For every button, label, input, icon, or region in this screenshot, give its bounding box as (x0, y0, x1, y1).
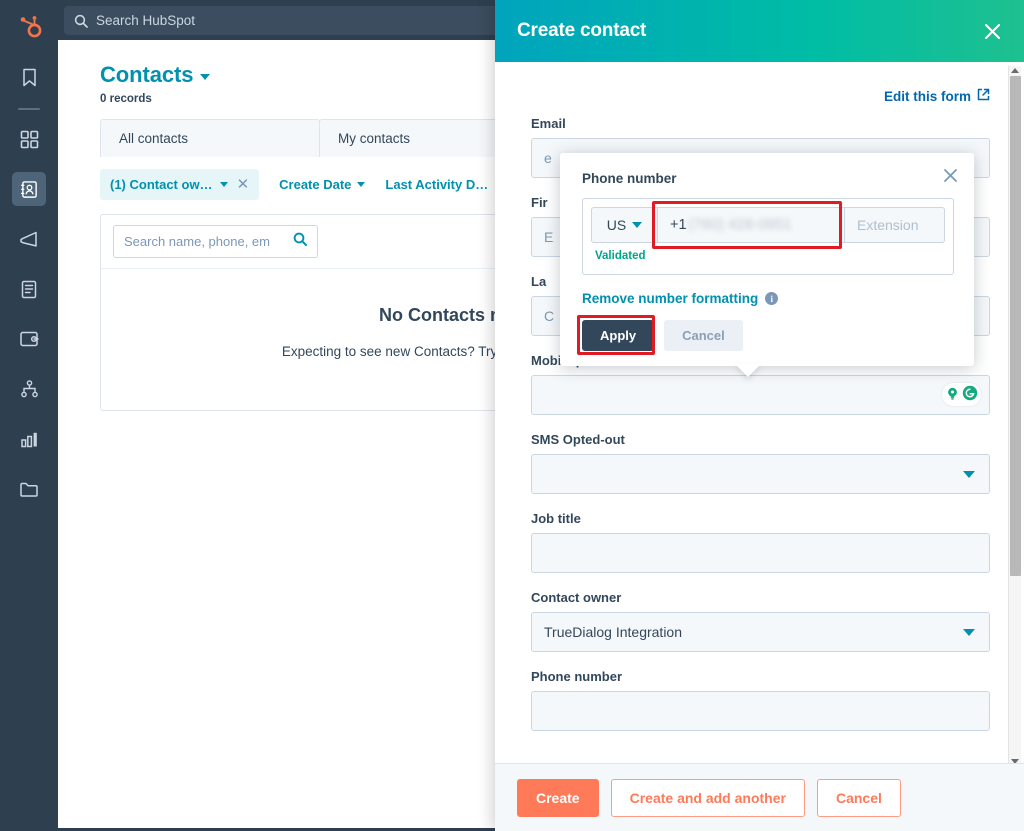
modal-scrollbar[interactable] (1008, 66, 1021, 763)
reports-icon (20, 431, 39, 448)
sidebar-item-content[interactable] (12, 272, 46, 306)
list-search-input[interactable]: Search name, phone, em (113, 225, 318, 258)
megaphone-icon (19, 230, 39, 248)
sidebar-item-bookmarks[interactable] (12, 60, 46, 94)
field-contact-owner-select[interactable]: TrueDialog Integration (531, 612, 990, 652)
bookmark-icon (21, 68, 38, 87)
chevron-down-icon[interactable] (632, 222, 643, 228)
field-mobile-phone-input[interactable] (531, 375, 990, 415)
grammarly-icon[interactable] (962, 385, 978, 404)
field-phone-number-label: Phone number (531, 669, 623, 684)
filter-chip-label: (1) Contact ow… (110, 177, 213, 192)
library-icon (19, 481, 39, 498)
contacts-icon (20, 180, 39, 199)
phone-number-popover: Phone number US Validated +1 (760) 428-0… (560, 153, 974, 366)
modal-header: Create contact (495, 0, 1024, 62)
modal-title: Create contact (517, 20, 647, 41)
popover-title: Phone number (582, 171, 677, 186)
number-cell: +1 (760) 428-0951 (652, 201, 845, 266)
close-icon[interactable]: ✕ (235, 177, 250, 192)
filter-create-date[interactable]: Create Date (279, 177, 366, 192)
sidebar-item-marketing[interactable] (12, 222, 46, 256)
chevron-down-icon[interactable] (357, 182, 366, 187)
filter-create-date-label: Create Date (279, 177, 352, 192)
phone-input-group: US Validated +1 (760) 428-0951 Extension (582, 198, 954, 275)
page-title: Contacts (100, 62, 194, 87)
scroll-up-arrow-icon[interactable] (1011, 68, 1019, 73)
sidebar-divider (18, 108, 40, 110)
phone-number-prefix: +1 (670, 217, 687, 233)
field-contact-owner-value: TrueDialog Integration (544, 624, 683, 640)
field-job-title-input[interactable] (531, 533, 990, 573)
chevron-down-icon[interactable] (963, 470, 975, 478)
left-nav-rail (0, 0, 58, 831)
field-job-title-label: Job title (531, 511, 581, 526)
edit-this-form-label: Edit this form (884, 88, 971, 104)
sidebar-item-workspaces[interactable] (12, 122, 46, 156)
field-email-label: Email (531, 116, 566, 131)
tab-all-contacts[interactable]: All contacts (100, 119, 320, 157)
popover-actions: Apply Cancel (577, 315, 954, 355)
remove-number-formatting-row: Remove number formatting i (582, 291, 954, 306)
modal-footer: Create Create and add another Cancel (495, 763, 1024, 831)
create-button[interactable]: Create (517, 778, 599, 817)
info-icon[interactable]: i (765, 292, 779, 305)
chevron-down-icon[interactable] (200, 74, 211, 80)
list-search-placeholder: Search name, phone, em (124, 234, 270, 249)
field-sms-opted-out: SMS Opted-out (531, 432, 990, 494)
search-icon[interactable] (293, 232, 307, 251)
extension-input[interactable]: Extension (845, 207, 945, 243)
popover-arrow (735, 364, 761, 377)
sidebar-item-commerce[interactable] (12, 322, 46, 356)
sidebar-item-contacts[interactable] (12, 172, 46, 206)
scroll-down-arrow-icon[interactable] (1011, 759, 1019, 763)
country-cell: US Validated (591, 207, 657, 266)
sidebar-item-reporting[interactable] (12, 422, 46, 456)
field-job-title: Job title (531, 511, 990, 573)
remove-number-formatting-link[interactable]: Remove number formatting (582, 291, 758, 306)
automation-icon (20, 380, 39, 398)
extension-cell: Extension (845, 207, 945, 266)
modal-scrollbar-thumb[interactable] (1010, 76, 1021, 576)
sidebar-item-automation[interactable] (12, 372, 46, 406)
edit-this-form-link[interactable]: Edit this form (884, 88, 990, 104)
sidebar-item-library[interactable] (12, 472, 46, 506)
edit-form-row: Edit this form (531, 88, 990, 104)
apply-button[interactable]: Apply (582, 320, 655, 351)
chevron-down-icon[interactable] (963, 628, 975, 636)
phone-number-input[interactable]: +1 (760) 428-0951 (657, 207, 845, 243)
field-sms-opted-out-select[interactable] (531, 454, 990, 494)
field-phone-number-input[interactable] (531, 691, 990, 731)
cancel-button[interactable]: Cancel (816, 778, 901, 817)
grid-apps-icon (20, 130, 39, 149)
search-icon (74, 14, 88, 28)
hubspot-app-window: Search HubSpot Ctrl K Contacts 0 records… (0, 0, 1024, 831)
external-link-icon (977, 88, 990, 104)
popover-cancel-button[interactable]: Cancel (664, 320, 743, 351)
phone-number-redacted-value: (760) 428-0951 (688, 217, 792, 233)
content-icon (20, 280, 38, 299)
close-icon[interactable] (983, 22, 1002, 41)
inbox-icon (19, 330, 39, 348)
filter-last-activity-label: Last Activity D… (385, 177, 489, 192)
field-contact-owner-label: Contact owner (531, 590, 622, 605)
filter-chip-contact-owner[interactable]: (1) Contact ow… ✕ (100, 169, 260, 200)
field-sms-opted-out-label: SMS Opted-out (531, 432, 625, 447)
field-contact-owner: Contact owner TrueDialog Integration (531, 590, 990, 652)
grammarly-badge[interactable] (942, 383, 981, 406)
chevron-down-icon[interactable] (219, 182, 228, 187)
close-icon[interactable] (943, 168, 958, 183)
create-contact-modal: Create contact Edit this form Email e Fi… (495, 0, 1024, 831)
field-phone-number: Phone number (531, 669, 990, 731)
global-search-placeholder: Search HubSpot (96, 13, 196, 28)
country-code-select[interactable]: US (591, 207, 657, 243)
validated-status: Validated (595, 250, 646, 262)
hubspot-logo[interactable] (9, 6, 49, 46)
lightbulb-icon[interactable] (945, 386, 960, 404)
create-and-add-another-button[interactable]: Create and add another (610, 778, 805, 817)
filter-last-activity-date[interactable]: Last Activity D… (385, 177, 488, 192)
country-code-value: US (606, 217, 627, 233)
